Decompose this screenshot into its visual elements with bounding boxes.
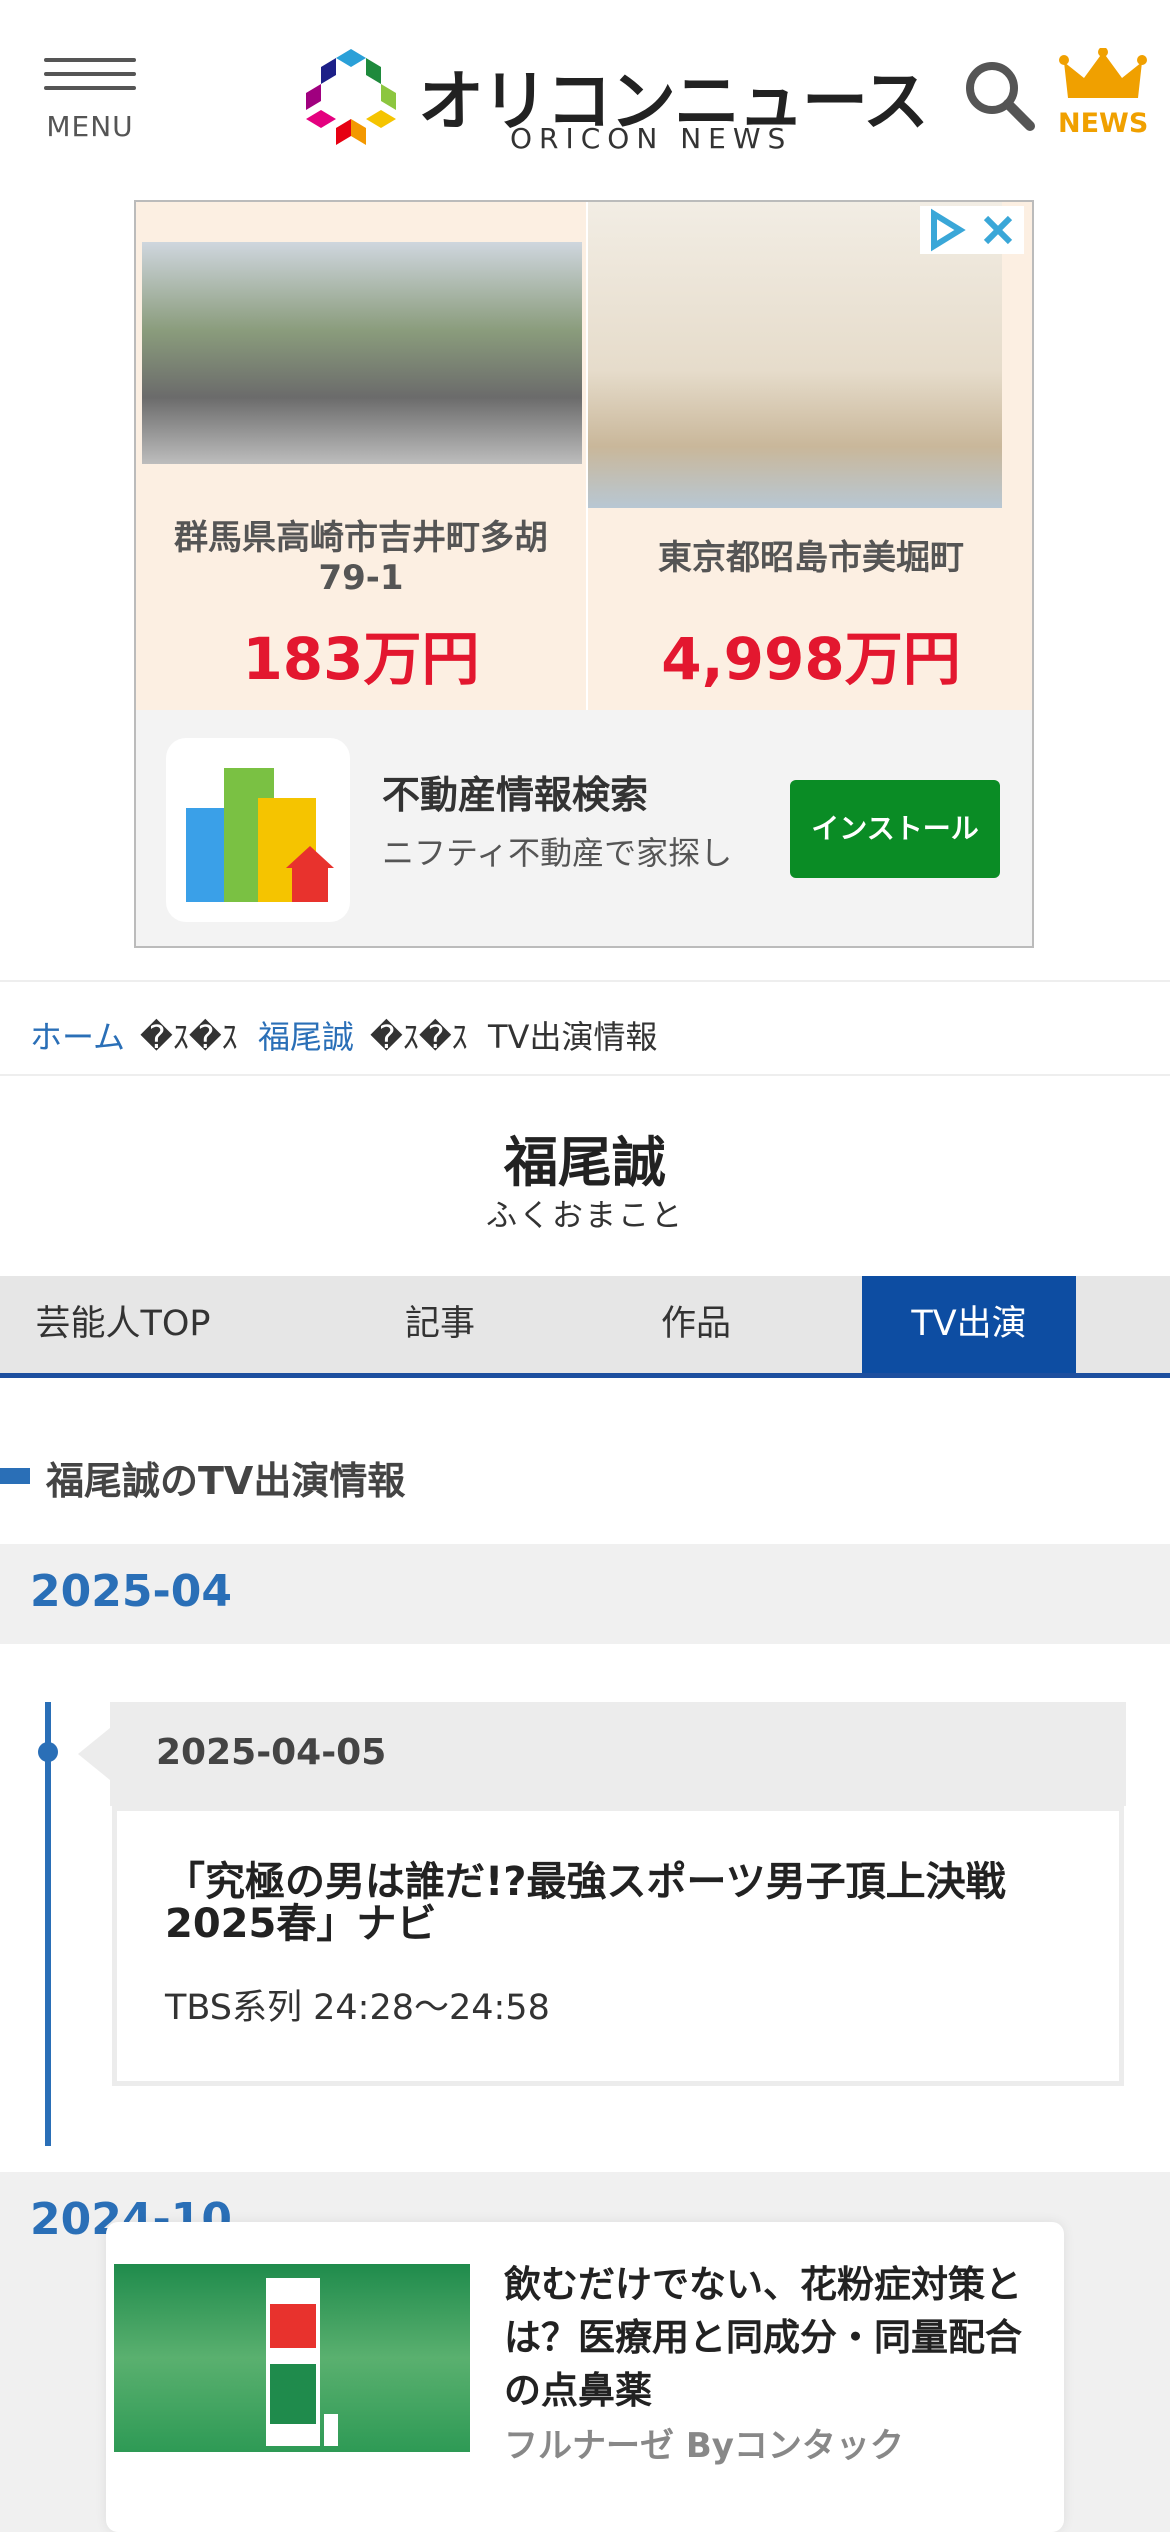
month-label: 2025-04 <box>30 1566 232 1617</box>
ad-choices[interactable] <box>920 206 1024 254</box>
page-title: 福尾誠 <box>504 1131 666 1194</box>
breadcrumb-separator: �ｽ�ｽ <box>140 1018 238 1056</box>
breadcrumb-home-link[interactable]: ホーム <box>30 1012 125 1058</box>
breadcrumb-person-link[interactable]: 福尾誠 <box>258 1012 354 1058</box>
menu-icon-bar <box>44 72 136 76</box>
ad-app-title: 不動産情報検索 <box>382 773 649 817</box>
ad-listing-card[interactable]: 東京都昭島市美堀町 4,998万円 <box>588 202 1032 710</box>
news-label: NEWS <box>1058 108 1149 139</box>
program-title: 「究極の男は誰だ!?最強スポーツ男子頂上決戦2025春」ナビ <box>165 1859 1006 1947</box>
sponsored-ad[interactable]: 飲むだけでない、花粉症対策とは？医療用と同成分・同量配合の点鼻薬 フルナーゼ B… <box>106 2222 1064 2532</box>
ad-listing-location: 群馬県高崎市吉井町多胡79-1 <box>174 518 548 598</box>
profile-tabs: 芸能人TOP 記事 作品 TV出演 <box>0 1276 1170 1378</box>
news-ranking-button[interactable]: NEWS <box>1058 47 1149 144</box>
tab-tv[interactable]: TV出演 <box>862 1276 1076 1373</box>
ad-listing-card[interactable]: 群馬県高崎市吉井町多胡79-1 183万円 <box>136 202 586 710</box>
breadcrumb: ホーム �ｽ�ｽ 福尾誠 �ｽ�ｽ TV出演情報 <box>0 980 1170 1076</box>
search-button[interactable] <box>962 58 1038 134</box>
ad-choices-icon <box>931 208 1013 252</box>
tab-top[interactable]: 芸能人TOP <box>0 1276 246 1373</box>
ad-listing-image <box>142 242 582 464</box>
timeline-line <box>45 1702 51 2146</box>
broadcast-date: 2025-04-05 <box>156 1732 387 1773</box>
program-card[interactable]: 「究極の男は誰だ!?最強スポーツ男子頂上決戦2025春」ナビ TBS系列 24:… <box>112 1806 1124 2086</box>
nasal-spray-box-icon <box>266 2278 338 2446</box>
crown-icon <box>1059 47 1147 98</box>
buildings-icon <box>186 768 334 902</box>
ad-app-banner: 不動産情報検索 ニフティ不動産で家探し インストール <box>136 710 1032 946</box>
sponsored-ad-image <box>114 2264 470 2452</box>
ad-listing-price: 183万円 <box>242 625 480 693</box>
timeline-dot <box>38 1742 58 1762</box>
month-header: 2025-04 <box>0 1544 1170 1644</box>
app-icon <box>166 738 350 922</box>
logo-hexagon-icon <box>306 49 396 145</box>
site-header: MENU オリコンニュース ORICON NEWS NEWS <box>0 0 1170 190</box>
tab-works[interactable]: 作品 <box>596 1276 796 1373</box>
program-channel-time: TBS系列 24:28〜24:58 <box>165 1988 550 2028</box>
site-logo[interactable]: オリコンニュース ORICON NEWS <box>296 40 929 160</box>
install-button[interactable]: インストール <box>790 780 1000 878</box>
search-icon <box>966 62 1035 131</box>
section-marker <box>0 1468 30 1484</box>
ad-listing-location: 東京都昭島市美堀町 <box>658 538 964 578</box>
sponsored-ad-title: 飲むだけでない、花粉症対策とは？医療用と同成分・同量配合の点鼻薬 <box>504 2263 1022 2412</box>
date-pointer <box>78 1728 110 1780</box>
menu-button[interactable]: MENU <box>44 58 136 148</box>
breadcrumb-current: TV出演情報 <box>488 1018 658 1056</box>
page-title-reading: ふくおまこと <box>486 1198 684 1234</box>
section-title: 福尾誠のTV出演情報 <box>46 1459 406 1503</box>
ad-listing-price: 4,998万円 <box>661 625 961 693</box>
date-header: 2025-04-05 <box>110 1702 1126 1806</box>
logo-subtitle: ORICON NEWS <box>510 122 793 155</box>
real-estate-ad[interactable]: 群馬県高崎市吉井町多胡79-1 183万円 東京都昭島市美堀町 4,998万円 … <box>134 200 1034 948</box>
tab-articles[interactable]: 記事 <box>340 1276 540 1373</box>
sponsored-ad-sponsor: フルナーゼ Byコンタック <box>504 2426 904 2466</box>
breadcrumb-separator: �ｽ�ｽ <box>370 1018 468 1056</box>
ad-app-description: ニフティ不動産で家探し <box>382 834 733 872</box>
menu-icon <box>44 58 136 62</box>
menu-icon-bar <box>44 86 136 90</box>
menu-label: MENU <box>46 110 134 143</box>
